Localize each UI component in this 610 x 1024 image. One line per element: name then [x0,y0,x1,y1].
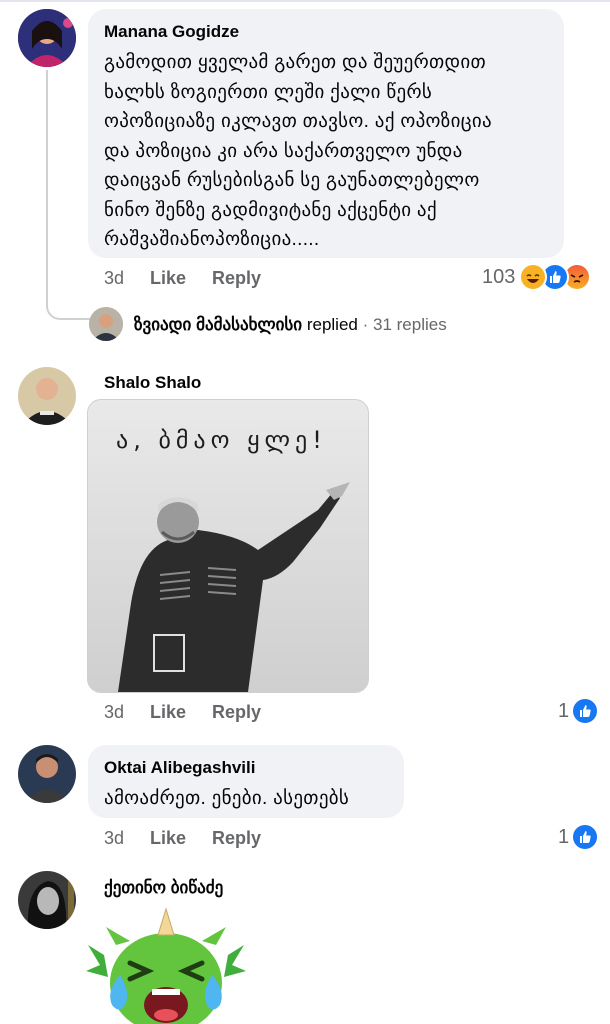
comment-line: გამოდით ყველამ გარეთ და შეუერთდით [104,52,487,73]
comment-actions: 3d Like Reply [104,702,261,723]
avatar[interactable] [18,9,76,67]
view-replies-link[interactable]: ზვიადი მამასახლისი replied · 31 replies [134,315,447,335]
replied-label: replied [306,315,358,334]
comment-line: რაშვაშიანოპოზიცია..... [104,229,320,250]
comment-author[interactable]: ქეთინო ბიწაძე [104,878,223,898]
reaction-summary[interactable]: 1 [558,823,600,851]
reply-thread-line [46,70,90,320]
comment-text: ამოაძრეთ. ენები. ასეთებს [104,788,350,809]
like-button[interactable]: Like [150,268,212,289]
top-divider [0,0,610,2]
comment-bubble: Manana Gogidze გამოდით ყველამ გარეთ და შ… [88,9,564,258]
reply-button[interactable]: Reply [212,828,261,849]
avatar[interactable] [18,745,76,803]
comment-actions: 3d Like Reply [104,268,261,289]
comment-actions: 3d Like Reply [104,828,261,849]
comment-line: და პოზიცია კი არა საქართველო უნდა [104,140,463,162]
haha-icon [519,263,548,291]
comment-text: გამოდით ყველამ გარეთ და შეუერთდით ხალხს … [104,48,564,255]
comment-author[interactable]: Manana Gogidze [104,22,239,42]
comment-timestamp[interactable]: 3d [104,702,150,723]
replier-name: ზვიადი მამასახლისი [134,315,303,334]
comment-author[interactable]: Shalo Shalo [104,373,201,393]
separator: · [362,315,369,334]
avatar[interactable] [18,871,76,929]
reaction-count: 103 [482,265,516,288]
comment-line: ხალხს ზოგიერთი ლეში ქალი წერს [104,81,433,103]
reaction-summary[interactable]: 103 [482,263,592,291]
reply-button[interactable]: Reply [212,268,261,289]
comment-line: ნინო შენზე გადმივიტანე აქცენტი აქ [104,199,437,221]
avatar[interactable] [18,367,76,425]
avatar[interactable] [89,307,123,341]
reaction-count: 1 [558,699,570,722]
comment-bubble: Oktai Alibegashvili ამოაძრეთ. ენები. ასე… [88,745,404,818]
like-icon [571,823,600,851]
reaction-count: 1 [558,825,570,848]
like-icon [571,697,600,725]
comment-author[interactable]: Oktai Alibegashvili [104,758,255,778]
comment-image[interactable]: ა, ბმაო ყლე! [87,399,369,693]
like-button[interactable]: Like [150,702,212,723]
comment-timestamp[interactable]: 3d [104,828,150,849]
image-caption: ა, ბმაო ყლე! [116,426,327,454]
comment-timestamp[interactable]: 3d [104,268,150,289]
like-button[interactable]: Like [150,828,212,849]
comment-line: ოპოზიციაზე იკლავთ თავსო. აქ ოპოზიცია [104,111,492,132]
replies-count: 31 replies [373,315,447,334]
reply-button[interactable]: Reply [212,702,261,723]
crying-monster-sticker[interactable] [86,905,246,1024]
comment-line: დაიცვან რუსებისგან სე გაუნათლებელო [104,170,480,191]
reaction-summary[interactable]: 1 [558,697,600,725]
